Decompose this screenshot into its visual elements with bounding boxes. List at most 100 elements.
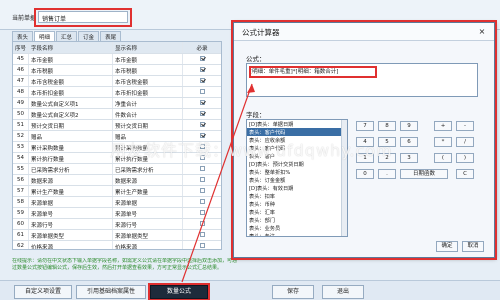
required-checkbox[interactable] [199, 78, 205, 83]
table-row[interactable]: 58 来源单据 来源单据 [13, 197, 221, 208]
cell-field-name: 来源单据 [29, 197, 113, 207]
keypad-key[interactable]: ) [456, 153, 474, 163]
table-row[interactable]: 47 本币含税金额 本币含税金额 [13, 76, 221, 87]
bottom-toolbar: 自定义项设置 引用基础档案属性 数量公式 保存 退出 [0, 280, 500, 300]
keypad-key[interactable]: 8 [378, 121, 396, 131]
field-list-item[interactable]: 表头：应收余额 [247, 136, 347, 144]
field-list-item[interactable]: 表头：部门 [247, 216, 347, 224]
grid-body: 45 本币金额 本币金额 46 本币税额 本币税额 47 本币含税金额 本币含税金额 48 本币折扣… [13, 54, 221, 249]
keypad-key[interactable]: ( [434, 153, 452, 163]
field-list-item[interactable]: 表头：币种 [247, 200, 347, 208]
table-row[interactable]: 59 来源单号 来源单号 [13, 208, 221, 219]
tab-deposit[interactable]: 订金 [78, 31, 100, 41]
tab-header[interactable]: 表头 [12, 31, 34, 41]
close-icon[interactable]: × [476, 26, 488, 38]
keypad-key[interactable]: 9 [400, 121, 418, 131]
table-row[interactable]: 53 累计采购数量 累计采购数量 [13, 142, 221, 153]
cell-required [183, 87, 221, 97]
required-checkbox[interactable] [199, 210, 205, 215]
table-row[interactable]: 61 来源单据类型 来源单据类型 [13, 230, 221, 241]
field-list-item[interactable]: [D]表头：有效日期 [247, 184, 347, 192]
field-list-item[interactable]: [D]表头：预计交货日期 [247, 160, 347, 168]
keypad-key[interactable]: 3 [400, 153, 418, 163]
table-row[interactable]: 62 价格来源 价格来源 [13, 241, 221, 249]
table-row[interactable]: 49 数量公式自定义项1 净重合计 [13, 98, 221, 109]
cell-display-name: 件数合计 [113, 109, 183, 119]
table-row[interactable]: 45 本币金额 本币金额 [13, 54, 221, 65]
table-row[interactable]: 52 赠品 赠品 [13, 131, 221, 142]
cell-field-name: 本币折扣金额 [29, 87, 113, 97]
keypad-key[interactable]: 2 [378, 153, 396, 163]
required-checkbox[interactable] [199, 232, 205, 237]
required-checkbox[interactable] [199, 166, 205, 171]
tab-summary[interactable]: 汇总 [56, 31, 78, 41]
field-list-item[interactable]: 表头：客户代码 [247, 144, 347, 152]
required-checkbox[interactable] [199, 133, 205, 138]
qty-formula-button[interactable]: 数量公式 [148, 283, 210, 300]
formula-input[interactable]: [明细：单件毛重]*[明细：箱数合计] [246, 63, 478, 97]
required-checkbox[interactable] [199, 67, 205, 72]
keypad-key[interactable]: . [378, 169, 396, 179]
field-list-item[interactable]: [D]表头：单据日期 [247, 120, 347, 128]
keypad-key[interactable]: - [456, 121, 474, 131]
keypad-key[interactable]: C [456, 169, 474, 179]
exit-button[interactable]: 退出 [322, 285, 364, 299]
cell-field-name: 累计采购数量 [29, 142, 113, 152]
base-props-button[interactable]: 引用基础档案属性 [76, 285, 146, 299]
keypad-key[interactable]: 5 [378, 137, 396, 147]
required-checkbox[interactable] [199, 155, 205, 160]
save-button[interactable]: 保存 [272, 285, 314, 299]
keypad-key[interactable]: 7 [356, 121, 374, 131]
required-checkbox[interactable] [199, 243, 205, 248]
cancel-button[interactable]: 取消 [462, 241, 484, 252]
keypad-key[interactable]: + [434, 121, 452, 131]
field-list-item[interactable]: 表头：整单折扣% [247, 168, 347, 176]
col-header-required: 必录 [196, 46, 208, 52]
field-list-item[interactable]: 表头：扣率 [247, 192, 347, 200]
keypad-key[interactable]: 0 [356, 169, 374, 179]
required-checkbox[interactable] [199, 177, 205, 182]
table-row[interactable]: 51 预计交货日期 预计交货日期 [13, 120, 221, 131]
keypad-key[interactable]: 1 [356, 153, 374, 163]
table-row[interactable]: 50 数量公式自定义项2 件数合计 [13, 109, 221, 120]
cell-field-name: 已采购需求分析 [29, 164, 113, 174]
required-checkbox[interactable] [199, 111, 205, 116]
required-checkbox[interactable] [199, 56, 205, 61]
ok-button[interactable]: 确定 [436, 241, 458, 252]
cell-display-name: 净重合计 [113, 98, 183, 108]
table-row[interactable]: 56 数据来源 数据来源 [13, 175, 221, 186]
required-checkbox[interactable] [199, 122, 205, 127]
required-checkbox[interactable] [199, 221, 205, 226]
keypad-key[interactable]: 4 [356, 137, 374, 147]
table-row[interactable]: 57 累计生产数量 累计生产数量 [13, 186, 221, 197]
keypad-key[interactable]: 6 [400, 137, 418, 147]
keypad-key[interactable]: / [456, 137, 474, 147]
field-list-item[interactable]: 表头：业务员 [247, 224, 347, 232]
table-row[interactable]: 48 本币折扣金额 本币折扣金额 [13, 87, 221, 98]
cell-required [183, 241, 221, 249]
table-row[interactable]: 60 来源行号 来源行号 [13, 219, 221, 230]
table-row[interactable]: 54 累计执行数量 累计执行数量 [13, 153, 221, 164]
cell-required [183, 164, 221, 174]
cell-display-name: 已采购需求分析 [113, 164, 183, 174]
required-checkbox[interactable] [199, 188, 205, 193]
field-list-scrollbar[interactable] [341, 120, 347, 236]
cell-field-name: 本币税额 [29, 65, 113, 75]
table-row[interactable]: 55 已采购需求分析 已采购需求分析 [13, 164, 221, 175]
field-list-item[interactable]: 表头：订金金额 [247, 176, 347, 184]
field-list[interactable]: [D]表头：单据日期 表头：客户代码 表头：应收余额 表头：客户代码 表头：客户 [D]表… [246, 119, 348, 237]
field-list-item[interactable]: 表头：汇率 [247, 208, 347, 216]
keypad-key[interactable]: 日期函数 [400, 169, 448, 179]
tab-footer[interactable]: 表尾 [100, 31, 122, 41]
required-checkbox[interactable] [199, 100, 205, 105]
field-list-item[interactable]: 表头：客户 [247, 152, 347, 160]
field-list-item[interactable]: 表头：客户代码 [247, 128, 347, 136]
custom-items-button[interactable]: 自定义项设置 [14, 285, 72, 299]
table-row[interactable]: 46 本币税额 本币税额 [13, 65, 221, 76]
field-list-item[interactable]: 表头：备注 [247, 232, 347, 236]
tab-detail[interactable]: 明细 [34, 31, 56, 41]
required-checkbox[interactable] [199, 89, 205, 94]
required-checkbox[interactable] [199, 199, 205, 204]
keypad-key[interactable]: * [434, 137, 452, 147]
required-checkbox[interactable] [199, 144, 205, 149]
